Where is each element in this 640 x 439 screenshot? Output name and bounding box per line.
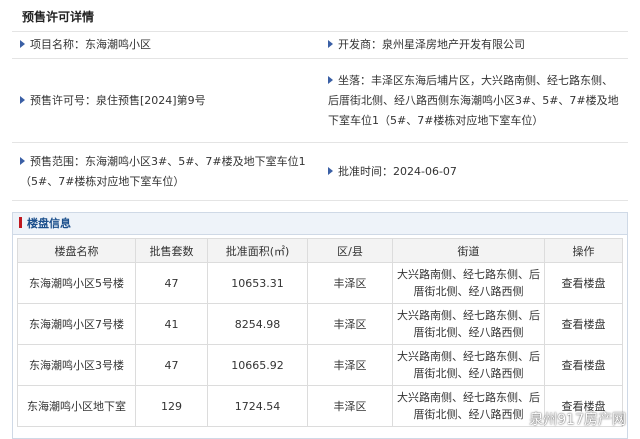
approved-area: 1724.54 <box>207 385 308 427</box>
unit-count: 47 <box>135 262 208 304</box>
listing-title: 楼盘信息 <box>27 217 71 230</box>
table-row: 东海潮鸣小区7号楼 41 8254.98 丰泽区 大兴路南侧、经七路东侧、后厝街… <box>17 303 623 345</box>
column-header: 区/县 <box>307 238 393 263</box>
view-building-link[interactable]: 查看楼盘 <box>544 262 623 304</box>
info-cell: 预售许可号：泉住预售[2024]第9号 <box>12 87 320 115</box>
arrow-right-icon <box>328 40 333 48</box>
arrow-right-icon <box>328 166 333 175</box>
table-row: 东海潮鸣小区3号楼 47 10665.92 丰泽区 大兴路南侧、经七路东侧、后厝… <box>17 344 623 386</box>
view-building-link[interactable]: 查看楼盘 <box>544 303 623 345</box>
column-header: 街道 <box>392 238 545 263</box>
district: 丰泽区 <box>307 303 393 345</box>
title-marker-icon <box>19 217 22 228</box>
listing-panel: 楼盘信息 楼盘名称 批售套数 批准面积(㎡) 区/县 街道 操作 东海潮鸣小区5… <box>12 212 628 439</box>
location: 坐落：丰泽区东海后埔片区，大兴路南侧、经七路东侧、后厝街北侧、经八路西侧东海潮鸣… <box>328 73 619 127</box>
street: 大兴路南侧、经七路东侧、后厝街北侧、经八路西侧 <box>392 303 545 345</box>
listing-header: 楼盘信息 <box>13 213 627 235</box>
info-cell: 开发商：泉州星泽房地产开发有限公司 <box>320 31 628 59</box>
building-name: 东海潮鸣小区5号楼 <box>17 262 136 304</box>
project-name: 项目名称：东海潮鸣小区 <box>30 38 151 51</box>
street: 大兴路南侧、经七路东侧、后厝街北侧、经八路西侧 <box>392 385 545 427</box>
approved-area: 8254.98 <box>207 303 308 345</box>
arrow-right-icon <box>20 95 25 104</box>
column-header: 批售套数 <box>135 238 208 263</box>
info-cell: 坐落：丰泽区东海后埔片区，大兴路南侧、经七路东侧、后厝街北侧、经八路西侧东海潮鸣… <box>320 67 628 135</box>
permit-number: 预售许可号：泉住预售[2024]第9号 <box>30 93 206 107</box>
table-header-row: 楼盘名称 批售套数 批准面积(㎡) 区/县 街道 操作 <box>17 238 623 263</box>
district: 丰泽区 <box>307 344 393 386</box>
district: 丰泽区 <box>307 262 393 304</box>
developer: 开发商：泉州星泽房地产开发有限公司 <box>338 38 525 51</box>
listing-table: 楼盘名称 批售套数 批准面积(㎡) 区/县 街道 操作 东海潮鸣小区5号楼 47… <box>17 238 623 427</box>
presale-title: 预售许可详情 <box>22 10 95 24</box>
presale-info-table: 项目名称：东海潮鸣小区 开发商：泉州星泽房地产开发有限公司 预售许可号：泉住预售… <box>12 31 628 201</box>
unit-count: 129 <box>135 385 208 427</box>
info-cell: 批准时间：2024-06-07 <box>320 158 628 186</box>
building-name: 东海潮鸣小区3号楼 <box>17 344 136 386</box>
table-row: 东海潮鸣小区5号楼 47 10653.31 丰泽区 大兴路南侧、经七路东侧、后厝… <box>17 262 623 304</box>
arrow-right-icon <box>20 156 25 165</box>
approved-area: 10665.92 <box>207 344 308 386</box>
info-cell: 预售范围：东海潮鸣小区3#、5#、7#楼及地下室车位1（5#、7#楼栋对应地下室… <box>12 148 320 196</box>
arrow-right-icon <box>328 75 333 84</box>
district: 丰泽区 <box>307 385 393 427</box>
column-header: 楼盘名称 <box>17 238 136 263</box>
presale-scope: 预售范围：东海潮鸣小区3#、5#、7#楼及地下室车位1（5#、7#楼栋对应地下室… <box>20 154 306 188</box>
street: 大兴路南侧、经七路东侧、后厝街北侧、经八路西侧 <box>392 344 545 386</box>
column-header: 操作 <box>544 238 623 263</box>
approval-date: 批准时间：2024-06-07 <box>338 164 457 178</box>
view-building-link[interactable]: 查看楼盘 <box>544 344 623 386</box>
unit-count: 41 <box>135 303 208 345</box>
unit-count: 47 <box>135 344 208 386</box>
info-cell: 项目名称：东海潮鸣小区 <box>12 31 320 59</box>
building-name: 东海潮鸣小区7号楼 <box>17 303 136 345</box>
arrow-right-icon <box>20 40 25 48</box>
info-row: 项目名称：东海潮鸣小区 开发商：泉州星泽房地产开发有限公司 <box>12 32 628 59</box>
approved-area: 10653.31 <box>207 262 308 304</box>
building-name: 东海潮鸣小区地下室 <box>17 385 136 427</box>
info-row: 预售范围：东海潮鸣小区3#、5#、7#楼及地下室车位1（5#、7#楼栋对应地下室… <box>12 143 628 201</box>
street: 大兴路南侧、经七路东侧、后厝街北侧、经八路西侧 <box>392 262 545 304</box>
watermark: 泉州917房产网 <box>529 412 626 428</box>
info-row: 预售许可号：泉住预售[2024]第9号 坐落：丰泽区东海后埔片区，大兴路南侧、经… <box>12 59 628 143</box>
column-header: 批准面积(㎡) <box>207 238 308 263</box>
